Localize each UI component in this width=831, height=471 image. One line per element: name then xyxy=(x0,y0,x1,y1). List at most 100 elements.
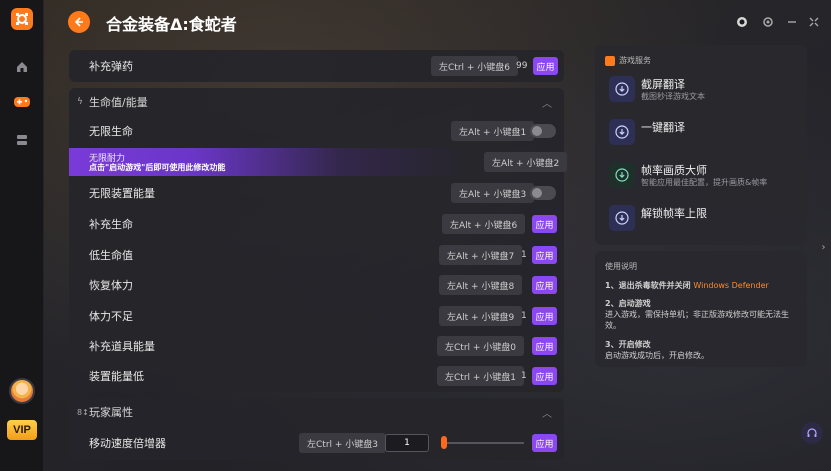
row-label: 补充弹药 xyxy=(89,60,133,73)
download-icon xyxy=(609,162,635,188)
services-title: 游戏服务 xyxy=(619,56,651,65)
service-fps-quality-master[interactable]: 帧率画质大师 智能应用最佳配置，提升画质&帧率 xyxy=(609,162,799,192)
hotkey-field[interactable]: 左Ctrl + 小键盘6 xyxy=(431,56,519,76)
hotkey-field[interactable]: 左Alt + 小键盘9 xyxy=(439,306,523,326)
row-label: 恢复体力 xyxy=(89,279,133,292)
title-bar: 合金装备Δ:食蛇者 xyxy=(44,0,831,44)
row-label: 移动速度倍增器 xyxy=(89,437,166,450)
row-label: 体力不足 xyxy=(89,310,133,323)
service-desc: 截图秒译游戏文本 xyxy=(641,92,705,101)
user-avatar[interactable] xyxy=(9,378,35,404)
download-icon xyxy=(609,119,635,145)
row-label: 补充道具能量 xyxy=(89,340,155,353)
hotkey-field[interactable]: 左Ctrl + 小键盘0 xyxy=(437,336,525,356)
minimize-icon[interactable] xyxy=(784,14,800,30)
value-label: 1 xyxy=(521,371,527,381)
player-attributes-panel: 8↕ 玩家属性 ︿ 移动速度倍增器 左Ctrl + 小键盘3 1 应用 xyxy=(69,398,564,460)
back-arrow-icon[interactable] xyxy=(68,11,90,33)
section-title: 玩家属性 xyxy=(89,406,133,419)
headset-support-icon[interactable] xyxy=(801,422,823,444)
guide-title: 使用说明 xyxy=(605,262,637,271)
toggle-switch[interactable] xyxy=(530,186,556,200)
value-label: 1 xyxy=(521,250,527,260)
apply-button[interactable]: 应用 xyxy=(533,57,558,75)
service-name: 一键翻译 xyxy=(641,121,685,134)
list-item: 体力不足 左Alt + 小键盘9 1 应用 xyxy=(69,301,564,331)
list-item: 恢复体力 左Alt + 小键盘8 应用 xyxy=(69,270,564,300)
list-item: 补充道具能量 左Ctrl + 小键盘0 应用 xyxy=(69,331,564,361)
apply-button[interactable]: 应用 xyxy=(532,215,557,233)
download-icon xyxy=(609,205,635,231)
guide-step1: 1、退出杀毒软件并关闭 xyxy=(605,281,694,290)
vip-badge[interactable]: VIP xyxy=(7,420,37,440)
apply-button[interactable]: 应用 xyxy=(532,434,557,452)
settings-icon[interactable] xyxy=(760,14,776,30)
library-icon[interactable] xyxy=(10,128,34,152)
hotkey-field[interactable]: 左Alt + 小键盘7 xyxy=(439,245,523,265)
list-item: 无限耐力 点击"启动游戏"后即可使用此修改功能 左Alt + 小键盘2 xyxy=(69,147,568,177)
hotkey-field[interactable]: 左Ctrl + 小键盘3 xyxy=(299,433,387,453)
apply-button[interactable]: 应用 xyxy=(532,367,557,385)
close-icon[interactable] xyxy=(806,14,822,30)
service-name: 解锁帧率上限 xyxy=(641,207,707,220)
service-screenshot-translate[interactable]: 截屏翻译 截图秒译游戏文本 xyxy=(609,76,799,106)
app-logo-icon[interactable] xyxy=(11,8,33,30)
ammo-panel: 补充弹药 左Ctrl + 小键盘6 99 应用 xyxy=(69,50,564,82)
apply-button[interactable]: 应用 xyxy=(532,307,557,325)
slider-track[interactable] xyxy=(442,442,524,444)
value-label: 99 xyxy=(516,61,528,71)
services-icon xyxy=(605,55,615,66)
chevron-up-icon[interactable]: ︿ xyxy=(542,405,552,420)
chevron-right-icon[interactable]: › xyxy=(816,237,831,257)
apply-button[interactable]: 应用 xyxy=(532,246,557,264)
slider-handle[interactable] xyxy=(441,436,447,449)
left-sidebar: VIP xyxy=(0,0,44,471)
service-desc: 智能应用最佳配置，提升画质&帧率 xyxy=(641,178,768,187)
windows-defender-link[interactable]: Windows Defender xyxy=(693,281,768,290)
hotkey-field[interactable]: 左Alt + 小键盘8 xyxy=(439,275,523,295)
row-label: 无限生命 xyxy=(89,125,133,138)
value-label: 1 xyxy=(521,311,527,321)
list-item: 无限装置能量 左Alt + 小键盘3 xyxy=(69,178,564,208)
list-item: 无限生命 左Alt + 小键盘1 xyxy=(69,116,564,146)
player-attr-icon: 8↕ xyxy=(77,407,89,417)
home-icon[interactable] xyxy=(10,55,34,79)
hotkey-field[interactable]: 左Alt + 小键盘6 xyxy=(442,214,526,234)
health-energy-panel: ϟ 生命值/能量 ︿ 无限生命 左Alt + 小键盘1 无限耐力 点击"启动游戏… xyxy=(69,88,568,392)
download-icon xyxy=(609,76,635,102)
guide-step2-body-line2: 效。 xyxy=(605,321,621,330)
section-title: 生命值/能量 xyxy=(89,96,148,109)
guide-step2-title: 2、启动游戏 xyxy=(605,299,651,308)
list-item: 移动速度倍增器 左Ctrl + 小键盘3 1 应用 xyxy=(69,428,564,458)
hotkey-field[interactable]: 左Alt + 小键盘3 xyxy=(451,183,535,203)
list-item: 装置能量低 左Ctrl + 小键盘1 1 应用 xyxy=(69,361,564,391)
toggle-switch[interactable] xyxy=(530,124,556,138)
service-name: 帧率画质大师 xyxy=(641,164,707,177)
game-services-panel: 游戏服务 截屏翻译 截图秒译游戏文本 一键翻译 帧率画质大师 智能应用最佳配置，… xyxy=(595,45,807,245)
row-hint: 点击"启动游戏"后即可使用此修改功能 xyxy=(89,163,226,172)
guide-step3-title: 3、开启修改 xyxy=(605,340,651,349)
record-icon[interactable] xyxy=(734,14,750,30)
row-label: 低生命值 xyxy=(89,249,133,262)
apply-button[interactable]: 应用 xyxy=(532,337,557,355)
guide-step2-body-line1: 进入游戏，需保持单机；非正版游戏修改可能无法生 xyxy=(605,310,789,319)
row-label: 补充生命 xyxy=(89,218,133,231)
list-item: 补充生命 左Alt + 小键盘6 应用 xyxy=(69,209,564,239)
usage-guide-panel: 使用说明 1、退出杀毒软件并关闭 Windows Defender 2、启动游戏… xyxy=(595,251,807,367)
service-name: 截屏翻译 xyxy=(641,78,685,91)
row-label: 装置能量低 xyxy=(89,370,144,383)
list-item: 低生命值 左Alt + 小键盘7 1 应用 xyxy=(69,240,564,270)
hotkey-field[interactable]: 左Ctrl + 小键盘1 xyxy=(437,366,525,386)
speed-multiplier-input[interactable]: 1 xyxy=(385,434,429,452)
service-one-click-translate[interactable]: 一键翻译 xyxy=(609,119,799,149)
game-controller-icon[interactable] xyxy=(10,90,34,114)
row-label: 无限装置能量 xyxy=(89,187,155,200)
chevron-up-icon[interactable]: ︿ xyxy=(542,95,552,110)
guide-step3-body: 启动游戏成功后，开启修改。 xyxy=(605,351,709,360)
apply-button[interactable]: 应用 xyxy=(532,276,557,294)
service-unlock-fps[interactable]: 解锁帧率上限 xyxy=(609,205,799,235)
hotkey-field[interactable]: 左Alt + 小键盘1 xyxy=(451,121,535,141)
lightning-icon: ϟ xyxy=(77,97,83,107)
hotkey-field[interactable]: 左Alt + 小键盘2 xyxy=(484,152,568,172)
page-title: 合金装备Δ:食蛇者 xyxy=(106,15,237,34)
